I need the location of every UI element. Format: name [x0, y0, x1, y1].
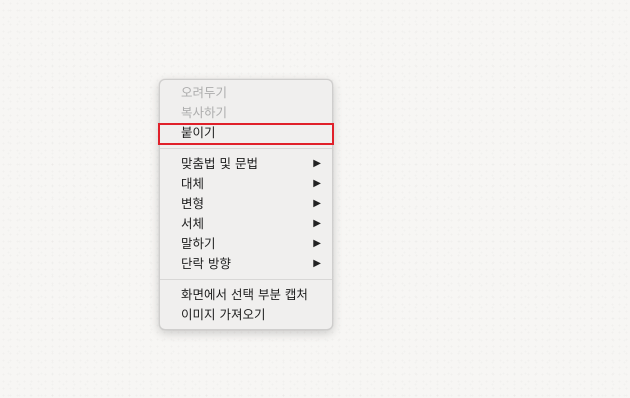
submenu-arrow-icon: ▶: [313, 258, 321, 269]
menu-item-paste[interactable]: 붙이기: [160, 123, 332, 143]
menu-item-font[interactable]: 서체 ▶: [160, 214, 332, 234]
context-menu: 오려두기 복사하기 붙이기 맞춤법 및 문법 ▶ 대체 ▶ 변형 ▶ 서체 ▶ …: [158, 79, 334, 330]
menu-item-capture-selection[interactable]: 화면에서 선택 부분 캡처: [160, 285, 332, 305]
submenu-arrow-icon: ▶: [313, 218, 321, 229]
menu-item-label: 단락 방향: [181, 256, 231, 271]
menu-item-import-image[interactable]: 이미지 가져오기: [160, 305, 332, 325]
menu-item-cut: 오려두기: [181, 85, 228, 100]
menu-item-label: 변형: [181, 196, 205, 211]
submenu-arrow-icon: ▶: [313, 178, 321, 189]
submenu-arrow-icon: ▶: [313, 158, 321, 169]
menu-item-label: 말하기: [181, 236, 216, 251]
submenu-arrow-icon: ▶: [313, 238, 321, 249]
menu-item-transformations[interactable]: 변형 ▶: [160, 194, 332, 214]
menu-item-label: 대체: [181, 176, 205, 191]
menu-item-copy: 복사하기: [181, 105, 228, 120]
submenu-arrow-icon: ▶: [313, 198, 321, 209]
menu-item-speech[interactable]: 말하기 ▶: [160, 234, 332, 254]
menu-item-substitutions[interactable]: 대체 ▶: [160, 174, 332, 194]
menu-item-label: 서체: [181, 216, 205, 231]
menu-separator: [160, 148, 332, 149]
menu-separator: [160, 279, 332, 280]
menu-item-label: 맞춤법 및 문법: [181, 156, 258, 171]
menu-item-spelling-grammar[interactable]: 맞춤법 및 문법 ▶: [160, 154, 332, 174]
menu-item-paragraph-direction[interactable]: 단락 방향 ▶: [160, 254, 332, 274]
